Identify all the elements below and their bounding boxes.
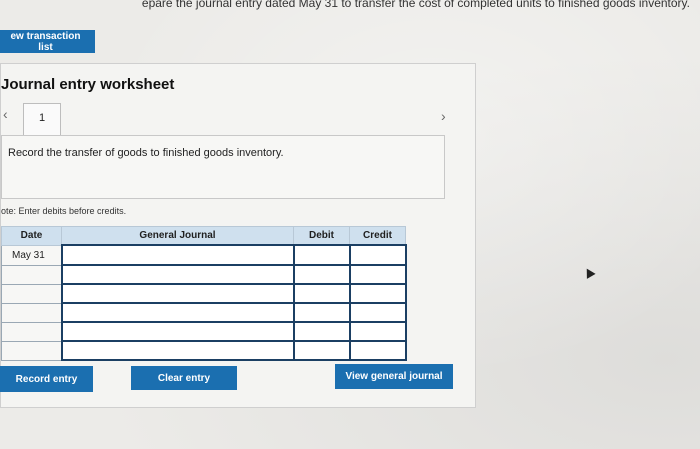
journal-entry-worksheet-panel: Journal entry worksheet ‹ 1 › Record the… [0, 63, 476, 408]
account-input[interactable] [60, 264, 295, 285]
instruction-text: epare the journal entry dated May 31 to … [141, 0, 690, 10]
header-credit: Credit [349, 226, 406, 246]
date-cell: May 31 [1, 244, 62, 266]
table-row [1, 283, 407, 304]
credit-input[interactable] [348, 321, 407, 342]
chevron-right-icon[interactable]: › [441, 108, 446, 124]
debit-input[interactable] [292, 264, 351, 285]
date-cell [1, 340, 62, 361]
debit-input[interactable] [292, 340, 351, 361]
account-input[interactable] [60, 340, 295, 361]
table-row: May 31 [1, 244, 407, 266]
credit-input[interactable] [348, 340, 407, 361]
credit-input[interactable] [348, 244, 407, 266]
header-debit: Debit [293, 226, 350, 246]
account-input[interactable] [60, 302, 295, 323]
table-row [1, 302, 407, 323]
debit-input[interactable] [292, 244, 351, 266]
date-cell [1, 264, 62, 285]
view-transaction-list-button[interactable]: ew transaction list [0, 30, 95, 53]
date-cell [1, 302, 62, 323]
credit-input[interactable] [348, 302, 407, 323]
tab-number: 1 [38, 112, 46, 124]
date-cell [1, 321, 62, 342]
view-general-journal-button[interactable]: View general journal [335, 364, 453, 389]
clear-entry-button[interactable]: Clear entry [131, 366, 237, 390]
worksheet-title: Journal entry worksheet [1, 76, 175, 93]
account-input[interactable] [60, 244, 295, 266]
date-cell [1, 283, 62, 304]
account-input[interactable] [60, 283, 295, 304]
task-description: Record the transfer of goods to finished… [8, 147, 284, 159]
mouse-cursor-icon [582, 266, 596, 279]
tab-entry-1[interactable]: 1 [23, 103, 61, 136]
debit-input[interactable] [292, 321, 351, 342]
account-input[interactable] [60, 321, 295, 342]
table-row [1, 264, 407, 285]
journal-table: Date General Journal Debit Credit May 31 [1, 226, 407, 361]
debit-input[interactable] [292, 302, 351, 323]
table-row [1, 340, 407, 361]
header-general-journal: General Journal [61, 226, 294, 246]
chevron-left-icon[interactable]: ‹ [3, 106, 8, 122]
note-text: ote: Enter debits before credits. [1, 206, 127, 216]
journal-header-row: Date General Journal Debit Credit [1, 226, 406, 246]
table-row [1, 321, 407, 342]
record-entry-button[interactable]: Record entry [0, 366, 93, 392]
debit-input[interactable] [292, 283, 351, 304]
credit-input[interactable] [348, 264, 407, 285]
task-description-box [1, 135, 445, 199]
credit-input[interactable] [348, 283, 407, 304]
header-date: Date [1, 226, 62, 246]
